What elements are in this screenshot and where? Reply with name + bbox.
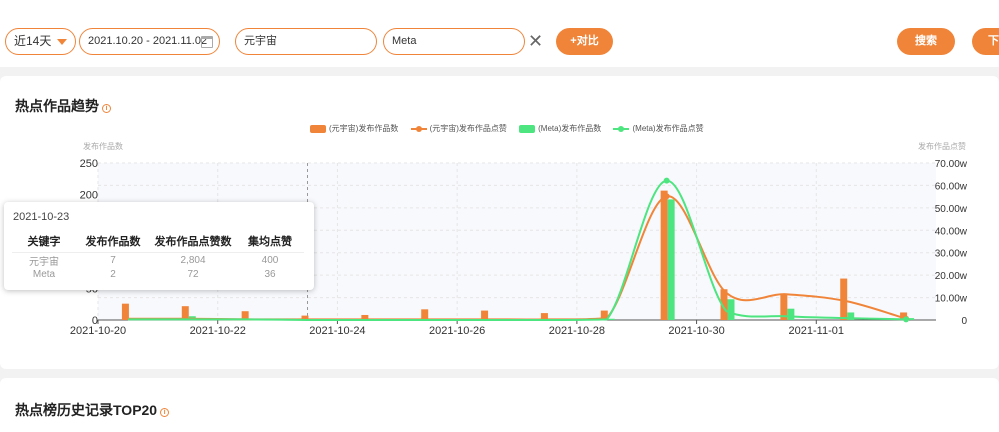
bar-meta [727,299,735,320]
y-tick-label-right: 20.00w [935,271,968,282]
series-point [663,193,670,200]
tooltip-header: 发布作品点赞数 [154,235,232,248]
y-tick-label-left: 250 [80,158,98,170]
y-tick-label-right: 50.00w [935,204,968,215]
tooltip-cell: 2,804 [150,251,236,268]
chart-tooltip: 2021-10-23 关键字 发布作品数 发布作品点赞数 集均点赞 元宇宙 7 … [4,202,314,290]
keyword-input-1[interactable]: 元宇宙 [235,28,377,55]
history-card: 热点榜历史记录TOP20 i [0,378,999,432]
period-select[interactable]: 近14天 [5,28,76,55]
trend-card: 热点作品趋势 i (元宇宙)发布作品数 (元宇宙)发布作品点赞 (Meta)发布作… [0,76,999,369]
y-tick-label-right: 40.00w [935,226,968,237]
filter-toolbar: 近14天 2021.10.20 - 2021.11.02 元宇宙 Meta ✕ … [0,0,999,67]
y-tick-label-left: 200 [80,189,98,201]
tooltip-table: 关键字 发布作品数 发布作品点赞数 集均点赞 元宇宙 7 2,804 400 M… [12,230,304,281]
next-button[interactable]: 下 [972,28,999,55]
y-axis-right-title: 发布作品点赞 [918,141,966,151]
series-point [663,177,670,184]
x-tick-label: 2021-10-28 [549,325,605,337]
search-button[interactable]: 搜索 [897,28,955,55]
compare-button[interactable]: +对比 [556,28,613,55]
tooltip-cell: 元宇宙 [12,251,76,268]
bar-meta [607,318,615,320]
bar-yuanyuzhou [660,190,668,320]
x-tick-label: 2021-10-30 [668,325,724,337]
tooltip-header: 关键字 [27,235,61,248]
tooltip-header-row: 关键字 发布作品数 发布作品点赞数 集均点赞 [12,230,304,252]
tooltip-date: 2021-10-23 [13,211,70,223]
keyword-input-1-value: 元宇宙 [244,35,277,47]
tooltip-cell: 400 [236,251,304,268]
y-tick-label-right: 70.00w [935,159,968,170]
date-range-picker[interactable]: 2021.10.20 - 2021.11.02 [79,28,220,55]
y-tick-label-right: 60.00w [935,181,968,192]
tooltip-row: 元宇宙 7 2,804 400 [12,251,304,268]
history-card-title: 热点榜历史记录TOP20 i [15,400,170,420]
history-card-title-text: 热点榜历史记录TOP20 [15,402,158,418]
y-tick-label-right: 0 [961,316,967,327]
tooltip-cell: 72 [187,268,199,280]
keyword-input-2[interactable]: Meta [383,28,525,55]
x-tick-label: 2021-10-26 [429,325,485,337]
tooltip-header: 发布作品数 [85,235,141,248]
calendar-icon [201,36,213,48]
series-point [903,316,910,323]
x-tick-label: 2021-10-24 [309,325,365,337]
tooltip-cell: Meta [32,268,56,280]
x-tick-label: 2021-10-22 [190,325,246,337]
chevron-down-icon [57,39,67,45]
tooltip-cell: 36 [264,268,276,280]
tooltip-row: Meta 2 72 36 [12,268,304,281]
y-axis-left-title: 发布作品数 [83,141,123,151]
close-icon[interactable]: ✕ [528,30,543,52]
x-tick-label: 2021-11-01 [789,325,844,337]
keyword-input-2-value: Meta [392,35,417,47]
x-tick-label: 2021-10-20 [70,325,126,337]
date-range-value: 2021.10.20 - 2021.11.02 [88,35,208,47]
tooltip-header: 集均点赞 [248,235,292,248]
info-icon[interactable]: i [160,408,170,417]
tooltip-cell: 2 [110,268,116,280]
period-select-value: 近14天 [14,34,52,48]
bar-meta [667,199,675,320]
y-tick-label-right: 30.00w [935,249,968,260]
bar-yuanyuzhou [121,303,129,320]
bar-meta [787,308,795,320]
y-tick-label-right: 10.00w [935,294,968,305]
tooltip-cell: 7 [76,251,150,268]
